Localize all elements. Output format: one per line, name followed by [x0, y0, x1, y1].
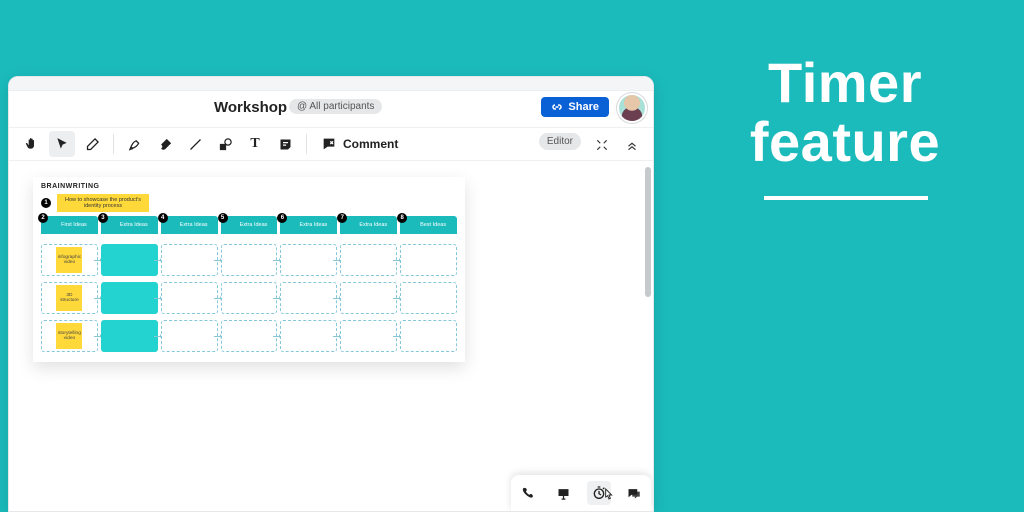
app-window: Workshop @ All participants Share [8, 76, 654, 512]
collapse-chevron-icon[interactable] [621, 134, 643, 156]
page-caption: Timer feature [680, 54, 1010, 172]
phone-icon[interactable] [517, 481, 541, 505]
sticky-note[interactable]: infographic video [56, 247, 82, 273]
column-header[interactable]: 6 Extra Ideas [280, 216, 337, 234]
instruction-note[interactable]: How to showcase the product's identity p… [57, 194, 149, 212]
idea-cell[interactable] [340, 320, 397, 352]
idea-cell[interactable] [101, 320, 158, 352]
canvas-area[interactable]: BRAINWRITING 1 How to showcase the produ… [9, 161, 653, 511]
expand-icon[interactable] [591, 134, 613, 156]
avatar[interactable] [619, 95, 645, 121]
idea-cell[interactable] [280, 320, 337, 352]
column-header[interactable]: 8 Best Ideas [400, 216, 457, 234]
header-bar: Workshop @ All participants Share [9, 91, 653, 127]
sticky-note[interactable]: storytelling video [56, 323, 82, 349]
step-dot: 6 [277, 213, 287, 223]
idea-cell[interactable] [161, 320, 218, 352]
editor-mode-pill[interactable]: Editor [539, 133, 581, 150]
toolbar-separator [113, 134, 114, 154]
table-row: 3D structure [41, 282, 457, 314]
timer-icon[interactable] [587, 481, 611, 505]
idea-cell[interactable] [221, 320, 278, 352]
sticky-note[interactable]: 3D structure [56, 285, 82, 311]
idea-cell[interactable] [221, 282, 278, 314]
idea-cell[interactable] [280, 282, 337, 314]
column-label: First Ideas [61, 222, 87, 228]
step-dot: 4 [158, 213, 168, 223]
table-row: storytelling video [41, 320, 457, 352]
column-label: Extra Ideas [299, 222, 327, 228]
idea-cell[interactable] [400, 244, 457, 276]
comment-button[interactable]: Comment [315, 133, 404, 155]
table-row: infographic video [41, 244, 457, 276]
browser-tabstrip [9, 77, 653, 91]
idea-grid: infographic video 3D structure storytellin… [33, 234, 465, 362]
brush-tool-icon[interactable] [152, 131, 178, 157]
idea-cell[interactable]: 3D structure [41, 282, 98, 314]
caption-line1: Timer [680, 54, 1010, 113]
shape-tool-icon[interactable] [212, 131, 238, 157]
line-tool-icon[interactable] [182, 131, 208, 157]
step-dot: 3 [98, 213, 108, 223]
cursor-tool-icon[interactable] [49, 131, 75, 157]
note-tool-icon[interactable] [272, 131, 298, 157]
share-label: Share [568, 101, 599, 113]
eraser-tool-icon[interactable] [79, 131, 105, 157]
idea-cell[interactable] [400, 320, 457, 352]
idea-cell[interactable] [161, 244, 218, 276]
scrollbar-thumb[interactable] [645, 167, 651, 297]
idea-cell[interactable] [221, 244, 278, 276]
column-header[interactable]: 5 Extra Ideas [221, 216, 278, 234]
step-dot: 2 [38, 213, 48, 223]
column-header[interactable]: 2 First Ideas [41, 216, 98, 234]
column-label: Extra Ideas [180, 222, 208, 228]
chat-icon[interactable] [622, 481, 646, 505]
column-label: Extra Ideas [359, 222, 387, 228]
share-button[interactable]: Share [541, 97, 609, 117]
link-icon [551, 101, 563, 113]
idea-cell[interactable] [280, 244, 337, 276]
idea-cell[interactable] [340, 282, 397, 314]
participants-pill[interactable]: @ All participants [289, 99, 382, 114]
pen-tool-icon[interactable] [122, 131, 148, 157]
idea-cell[interactable] [101, 244, 158, 276]
text-tool-icon[interactable]: T [242, 131, 268, 157]
caption-line2: feature [680, 113, 1010, 172]
step-dot: 1 [41, 198, 51, 208]
board-title[interactable]: Workshop [214, 99, 287, 116]
caption-underline [764, 196, 928, 200]
bottom-bar [511, 475, 651, 511]
step-dot: 5 [218, 213, 228, 223]
instruction-row: 1 How to showcase the product's identity… [41, 194, 457, 212]
board-heading: BRAINWRITING [33, 177, 465, 190]
idea-cell[interactable]: storytelling video [41, 320, 98, 352]
cursor-pointer-icon [601, 487, 617, 503]
comment-icon [321, 136, 337, 152]
brainwriting-board[interactable]: BRAINWRITING 1 How to showcase the produ… [33, 177, 465, 362]
toolbar-separator [306, 134, 307, 154]
hand-tool-icon[interactable] [19, 131, 45, 157]
idea-cell[interactable] [340, 244, 397, 276]
idea-cell[interactable]: infographic video [41, 244, 98, 276]
column-label: Best Ideas [420, 222, 446, 228]
comment-label: Comment [343, 137, 398, 151]
present-icon[interactable] [552, 481, 576, 505]
idea-cell[interactable] [101, 282, 158, 314]
idea-cell[interactable] [400, 282, 457, 314]
column-header[interactable]: 7 Extra Ideas [340, 216, 397, 234]
column-header[interactable]: 3 Extra Ideas [101, 216, 158, 234]
column-headers: 2 First Ideas 3 Extra Ideas 4 Extra Ideas 5 Ext… [33, 214, 465, 234]
step-dot: 7 [337, 213, 347, 223]
column-header[interactable]: 4 Extra Ideas [161, 216, 218, 234]
column-label: Extra Ideas [240, 222, 268, 228]
column-label: Extra Ideas [120, 222, 148, 228]
idea-cell[interactable] [161, 282, 218, 314]
step-dot: 8 [397, 213, 407, 223]
toolbar: T Comment Editor [9, 127, 653, 161]
